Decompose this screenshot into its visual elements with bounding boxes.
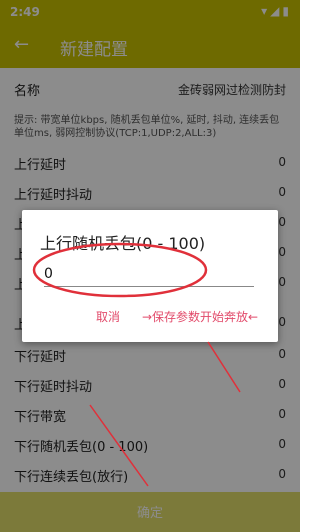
packet-loss-input[interactable] xyxy=(44,262,254,287)
dialog-title: 上行随机丢包(0 - 100) xyxy=(40,234,206,253)
input-dialog: 上行随机丢包(0 - 100) 取消 →保存参数开始奔放← xyxy=(22,210,278,342)
cancel-button[interactable]: 取消 xyxy=(96,308,120,325)
save-start-button[interactable]: →保存参数开始奔放← xyxy=(142,308,258,325)
